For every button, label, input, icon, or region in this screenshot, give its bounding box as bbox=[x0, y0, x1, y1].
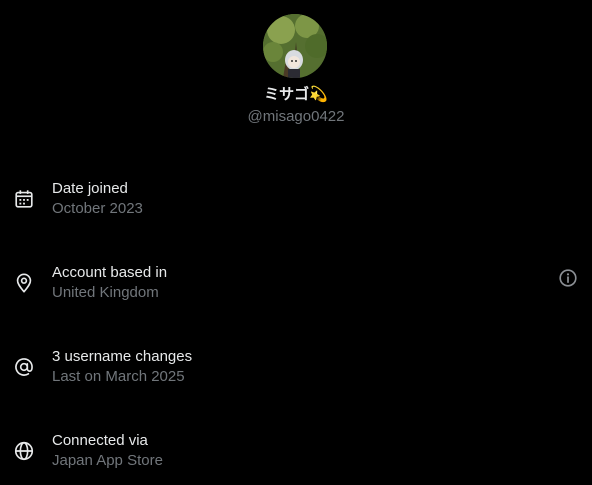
about-item-value: United Kingdom bbox=[52, 284, 159, 301]
about-item-username-changes: 3 username changes Last on March 2025 bbox=[0, 348, 592, 396]
display-name: ミサゴ💫 bbox=[264, 86, 328, 103]
about-item-value: Last on March 2025 bbox=[52, 368, 185, 385]
avatar-image bbox=[263, 14, 327, 78]
calendar-icon bbox=[15, 190, 33, 208]
about-item-value: Japan App Store bbox=[52, 452, 163, 469]
username-handle: @misago0422 bbox=[247, 108, 345, 125]
about-item-value: October 2023 bbox=[52, 200, 143, 217]
avatar[interactable] bbox=[263, 14, 327, 78]
globe-icon bbox=[14, 441, 34, 461]
about-item-account-based-in: Account based in United Kingdom bbox=[0, 264, 592, 312]
at-sign-icon bbox=[15, 358, 33, 376]
about-item-title: 3 username changes bbox=[52, 348, 193, 365]
about-item-title: Date joined bbox=[52, 180, 128, 197]
about-item-title: Account based in bbox=[52, 264, 168, 281]
about-item-connected-via: Connected via Japan App Store bbox=[0, 432, 592, 480]
about-item-title: Connected via bbox=[52, 432, 148, 449]
info-icon[interactable] bbox=[557, 267, 579, 289]
location-pin-icon bbox=[16, 273, 32, 293]
about-item-date-joined: Date joined October 2023 bbox=[0, 180, 592, 228]
